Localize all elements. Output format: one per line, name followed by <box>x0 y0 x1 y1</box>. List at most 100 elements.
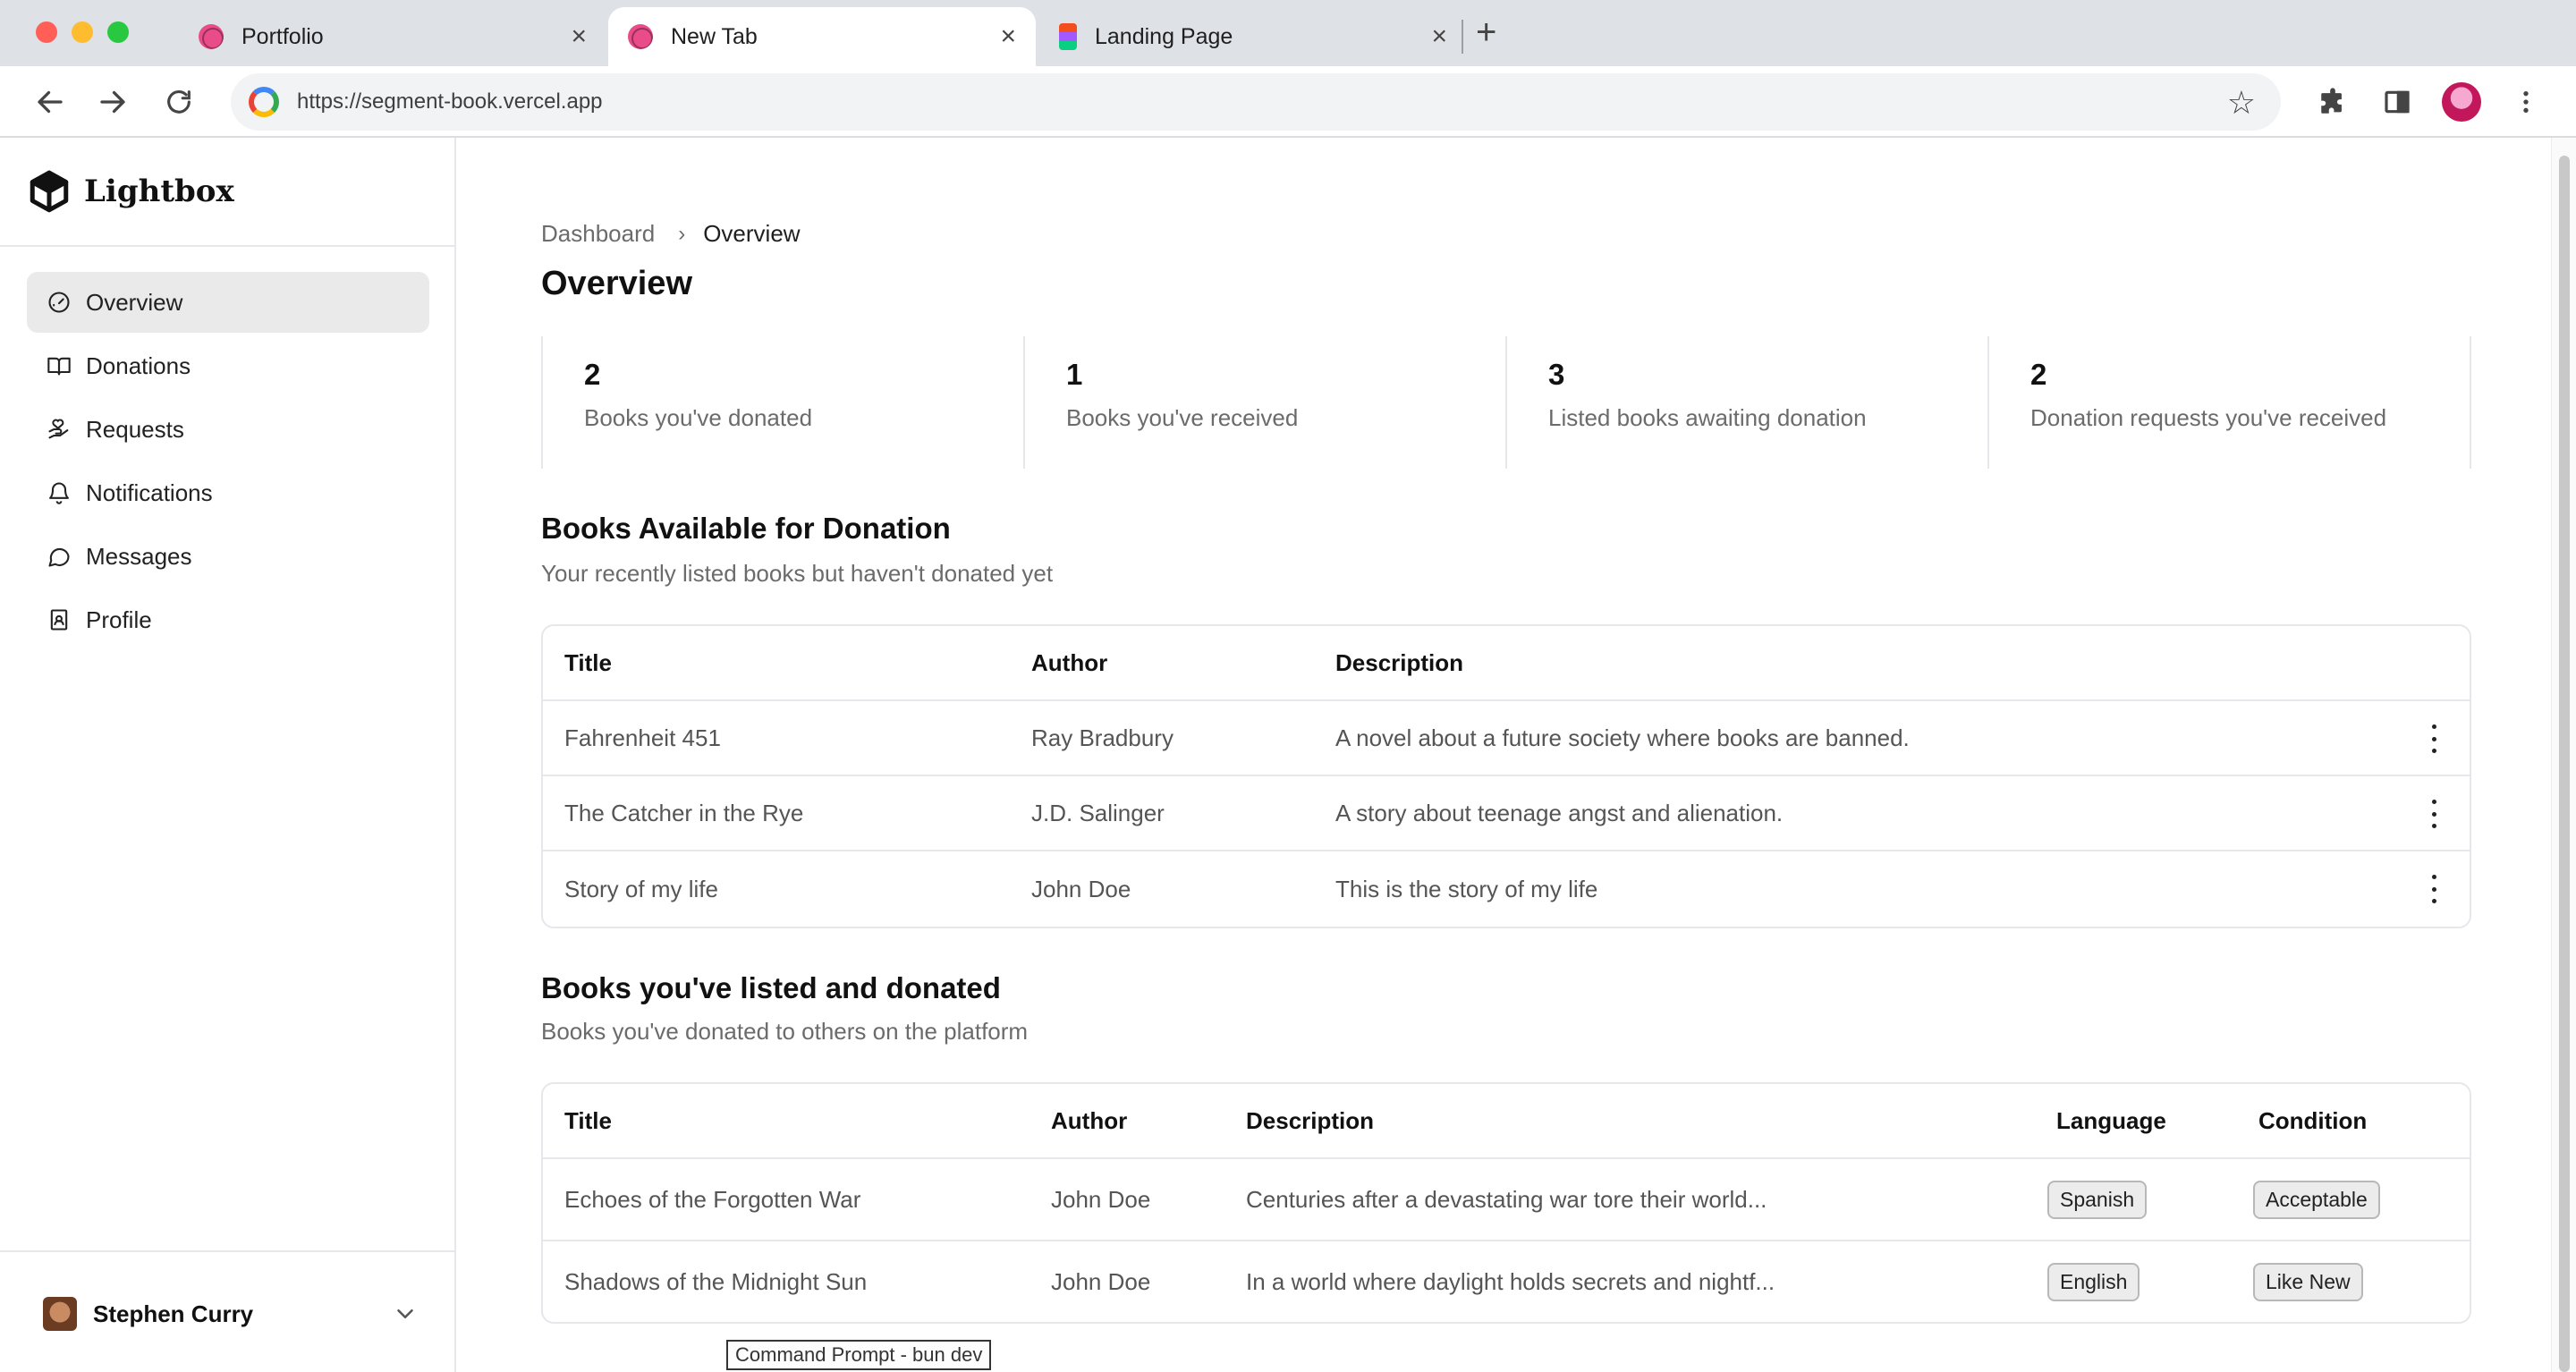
table-row[interactable]: Echoes of the Forgotten War John Doe Cen… <box>543 1159 2470 1241</box>
column-header-author: Author <box>1031 648 1108 676</box>
address-bar[interactable]: https://segment-book.vercel.app ☆ <box>231 73 2281 131</box>
sidebar-nav: Overview Donations Requests Notification… <box>27 272 429 653</box>
reload-button[interactable] <box>157 80 200 123</box>
browser-toolbar: https://segment-book.vercel.app ☆ <box>0 66 2576 138</box>
cell-description: A novel about a future society where boo… <box>1335 724 1910 751</box>
divider <box>0 245 454 247</box>
language-badge: Spanish <box>2047 1180 2148 1219</box>
cell-author: John Doe <box>1031 875 1131 902</box>
cell-title: Fahrenheit 451 <box>564 724 721 751</box>
cell-title: Shadows of the Midnight Sun <box>564 1267 868 1295</box>
stat-value: 3 <box>1548 358 1565 391</box>
cell-author: John Doe <box>1051 1185 1151 1213</box>
condition-badge: Like New <box>2253 1262 2363 1301</box>
cell-author: Ray Bradbury <box>1031 724 1174 751</box>
bell-icon <box>49 482 69 504</box>
sidebar-item-label: Donations <box>86 351 191 379</box>
language-badge: English <box>2047 1262 2140 1301</box>
user-menu[interactable]: Stephen Curry <box>43 1292 419 1336</box>
stat-label: Books you've donated <box>584 404 813 431</box>
close-icon[interactable]: × <box>1431 21 1447 52</box>
cell-description: Centuries after a devastating war tore t… <box>1246 1185 1767 1213</box>
stat-card: 1 Books you've received <box>1023 336 1505 469</box>
cell-author: John Doe <box>1051 1267 1151 1295</box>
dribbble-icon <box>199 24 224 49</box>
page-scrollbar[interactable] <box>2551 138 2576 1372</box>
contact-icon <box>50 609 68 631</box>
main-content: Dashboard › Overview Overview 2 Books yo… <box>458 138 2551 1372</box>
column-header-title: Title <box>564 1106 612 1134</box>
stat-value: 2 <box>584 358 601 391</box>
avatar <box>43 1297 77 1331</box>
sidebar-item-label: Overview <box>86 288 183 316</box>
row-actions-more-icon[interactable] <box>2425 875 2443 903</box>
brand[interactable]: Lightbox <box>27 165 234 218</box>
breadcrumb-separator: › <box>678 221 686 246</box>
browser-tab-landing-page[interactable]: Landing Page × <box>1039 7 1467 66</box>
stat-card: 2 Books you've donated <box>541 336 1023 469</box>
google-icon <box>249 87 279 117</box>
sidebar: Lightbox Overview Donations Requests Not… <box>0 138 456 1372</box>
window-minimize-button[interactable] <box>72 21 93 43</box>
more-vertical-icon[interactable] <box>2506 82 2546 122</box>
section-subtitle-donated: Books you've donated to others on the pl… <box>541 1018 1029 1045</box>
message-circle-icon <box>48 547 70 567</box>
row-actions-more-icon[interactable] <box>2425 724 2443 753</box>
sidebar-item-donations[interactable]: Donations <box>27 335 429 396</box>
column-header-description: Description <box>1335 648 1464 676</box>
close-icon[interactable]: × <box>571 21 587 52</box>
table-row[interactable]: Story of my life John Doe This is the st… <box>543 851 2470 927</box>
cube-logo-icon <box>30 170 69 213</box>
browser-tab-bar: Portfolio × New Tab × Landing Page × + <box>0 0 2576 66</box>
book-open-icon <box>47 357 71 376</box>
window-maximize-button[interactable] <box>107 21 129 43</box>
brand-name: Lightbox <box>84 174 234 209</box>
cell-description: This is the story of my life <box>1335 875 1598 902</box>
tab-separator <box>1462 20 1463 54</box>
scrollbar-thumb[interactable] <box>2559 156 2570 1372</box>
available-books-table: Title Author Description Fahrenheit 451 … <box>541 624 2471 928</box>
cell-title: Story of my life <box>564 875 718 902</box>
forward-button[interactable] <box>91 80 134 123</box>
window-close-button[interactable] <box>36 21 57 43</box>
sidebar-item-notifications[interactable]: Notifications <box>27 462 429 523</box>
stat-label: Listed books awaiting donation <box>1548 404 1867 431</box>
sidebar-item-requests[interactable]: Requests <box>27 399 429 460</box>
table-row[interactable]: Fahrenheit 451 Ray Bradbury A novel abou… <box>543 701 2470 776</box>
side-panel-icon[interactable] <box>2377 82 2417 122</box>
column-header-condition: Condition <box>2258 1106 2368 1134</box>
section-subtitle-available: Your recently listed books but haven't d… <box>541 560 1054 587</box>
column-header-language: Language <box>2056 1106 2166 1134</box>
sidebar-item-label: Requests <box>86 415 184 443</box>
tab-title: New Tab <box>671 23 758 49</box>
extensions-icon[interactable] <box>2313 82 2352 122</box>
bookmark-star-icon[interactable]: ☆ <box>2227 84 2256 122</box>
cell-description: In a world where daylight holds secrets … <box>1246 1267 1775 1295</box>
column-header-author: Author <box>1051 1106 1128 1134</box>
close-icon[interactable]: × <box>1000 21 1016 52</box>
user-name: Stephen Curry <box>93 1300 254 1327</box>
dribbble-icon <box>628 24 653 49</box>
breadcrumb-link-dashboard[interactable]: Dashboard <box>541 220 655 248</box>
row-actions-more-icon[interactable] <box>2425 800 2443 828</box>
sidebar-item-label: Profile <box>86 606 152 633</box>
sidebar-item-label: Notifications <box>86 479 213 506</box>
table-row[interactable]: Shadows of the Midnight Sun John Doe In … <box>543 1241 2470 1322</box>
tab-title: Portfolio <box>242 23 324 49</box>
page-title: Overview <box>541 265 692 302</box>
browser-profile-avatar[interactable] <box>2442 82 2481 122</box>
back-button[interactable] <box>29 80 72 123</box>
sidebar-item-label: Messages <box>86 542 192 570</box>
table-row[interactable]: The Catcher in the Rye J.D. Salinger A s… <box>543 776 2470 851</box>
section-title-available: Books Available for Donation <box>541 512 951 545</box>
new-tab-button[interactable]: + <box>1476 13 1496 53</box>
stat-value: 2 <box>2030 358 2047 391</box>
sidebar-item-profile[interactable]: Profile <box>27 589 429 650</box>
browser-tab-portfolio[interactable]: Portfolio × <box>179 7 606 66</box>
sidebar-item-messages[interactable]: Messages <box>27 526 429 587</box>
sidebar-item-overview[interactable]: Overview <box>27 272 429 333</box>
browser-tab-new-tab[interactable]: New Tab × <box>608 7 1036 66</box>
breadcrumb-current: Overview <box>703 220 801 247</box>
divider <box>0 1250 454 1252</box>
stat-card: 3 Listed books awaiting donation <box>1505 336 1987 469</box>
